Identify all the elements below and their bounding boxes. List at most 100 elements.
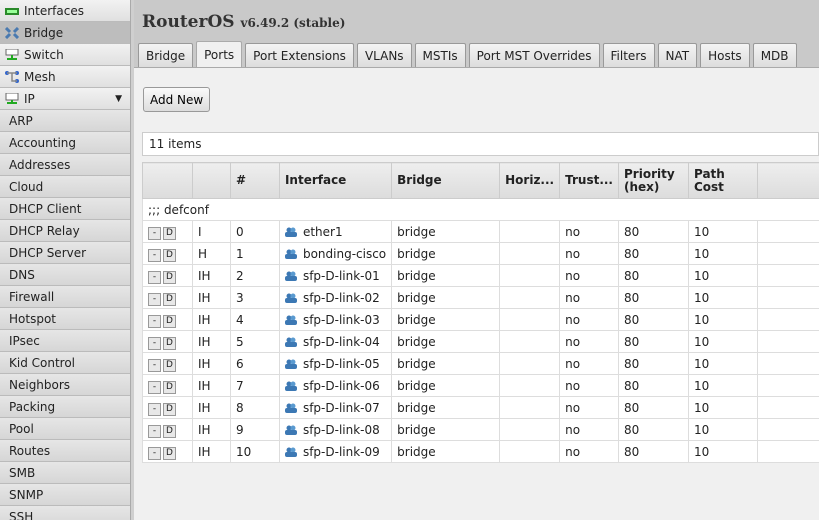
cell-empty xyxy=(756,440,819,463)
disable-button[interactable]: D xyxy=(163,292,176,306)
tab-nat[interactable]: NAT xyxy=(657,43,698,67)
cell-value: 80 xyxy=(624,400,640,415)
sidebar-subitem-cloud[interactable]: Cloud xyxy=(0,176,130,198)
cell-value: IH xyxy=(197,400,211,415)
tab-filters[interactable]: Filters xyxy=(602,43,655,67)
sidebar-subitem-dns[interactable]: DNS xyxy=(0,264,130,286)
table-row[interactable]: - D IH 9 sfp-D-link-08 bridge no 80 10 xyxy=(142,418,819,441)
cell-flags: I xyxy=(191,220,231,243)
remove-button[interactable]: - xyxy=(148,314,161,328)
disable-button[interactable]: D xyxy=(163,314,176,328)
table-row[interactable]: - D IH 5 sfp-D-link-04 bridge no 80 10 xyxy=(142,330,819,353)
cell-path-cost: 10 xyxy=(687,418,758,441)
cell-priority: 80 xyxy=(618,286,689,309)
cell-number: 0 xyxy=(229,220,280,243)
remove-button[interactable]: - xyxy=(148,424,161,438)
sidebar-item-ip[interactable]: IP ▼ xyxy=(0,88,130,110)
row-actions: -D xyxy=(142,352,193,375)
sidebar-item-bridge[interactable]: Bridge xyxy=(0,22,130,44)
table-row[interactable]: - D I 0 ether1 bridge no 80 10 xyxy=(142,220,819,243)
cell-trusted: no xyxy=(559,264,619,287)
sidebar-subitem-arp[interactable]: ARP xyxy=(0,110,130,132)
sidebar-subitem-kid-control[interactable]: Kid Control xyxy=(0,352,130,374)
tab-mstis[interactable]: MSTIs xyxy=(414,43,466,67)
table-row[interactable]: - D IH 3 sfp-D-link-02 bridge no 80 10 xyxy=(142,286,819,309)
tab-vlans[interactable]: VLANs xyxy=(356,43,412,67)
table-row[interactable]: - D IH 2 sfp-D-link-01 bridge no 80 10 xyxy=(142,264,819,287)
disable-button[interactable]: D xyxy=(163,380,176,394)
column-header[interactable]: Path Cost xyxy=(687,162,758,199)
disable-button[interactable]: D xyxy=(163,446,176,460)
column-header[interactable]: Horiz... xyxy=(499,162,561,199)
item-count: 11 items xyxy=(142,132,819,156)
column-header[interactable]: Interface xyxy=(278,162,393,199)
remove-button[interactable]: - xyxy=(148,402,161,416)
disable-button[interactable]: D xyxy=(163,226,176,240)
remove-button[interactable]: - xyxy=(148,292,161,306)
disable-button[interactable]: D xyxy=(163,402,176,416)
sidebar-item-mesh[interactable]: Mesh xyxy=(0,66,130,88)
sidebar-subitem-ssh[interactable]: SSH xyxy=(0,506,130,520)
tab-port-mst-overrides[interactable]: Port MST Overrides xyxy=(468,43,600,67)
cell-value: no xyxy=(565,268,581,283)
disable-button[interactable]: D xyxy=(163,270,176,284)
sidebar-subitem-dhcp-server[interactable]: DHCP Server xyxy=(0,242,130,264)
cell-horizon xyxy=(499,264,561,287)
cell-horizon xyxy=(499,418,561,441)
remove-button[interactable]: - xyxy=(148,336,161,350)
column-header[interactable] xyxy=(142,162,193,199)
sidebar-subitem-hotspot[interactable]: Hotspot xyxy=(0,308,130,330)
disable-button[interactable]: D xyxy=(163,358,176,372)
column-header[interactable] xyxy=(756,162,819,199)
remove-button[interactable]: - xyxy=(148,226,161,240)
sidebar-subitem-addresses[interactable]: Addresses xyxy=(0,154,130,176)
sidebar-subitem-routes[interactable]: Routes xyxy=(0,440,130,462)
cell-priority: 80 xyxy=(618,330,689,353)
table-row[interactable]: - D IH 6 sfp-D-link-05 bridge no 80 10 xyxy=(142,352,819,375)
disable-button[interactable]: D xyxy=(163,248,176,262)
sidebar-item-switch[interactable]: Switch xyxy=(0,44,130,66)
column-header[interactable]: Priority (hex) xyxy=(618,162,689,199)
tab-hosts[interactable]: Hosts xyxy=(700,43,750,67)
cell-priority: 80 xyxy=(618,242,689,265)
column-header[interactable]: # xyxy=(229,162,280,199)
sidebar-subitem-accounting[interactable]: Accounting xyxy=(0,132,130,154)
tab-ports[interactable]: Ports xyxy=(196,41,243,67)
tab-bar: Bridge Ports Port Extensions VLANs MSTIs Port… xyxy=(138,41,800,67)
remove-button[interactable]: - xyxy=(148,358,161,372)
sidebar-item-interfaces[interactable]: Interfaces xyxy=(0,0,130,22)
cell-value: no xyxy=(565,444,581,459)
tab-mdb[interactable]: MDB xyxy=(752,43,797,67)
chevron-down-icon[interactable]: ▼ xyxy=(115,94,122,104)
remove-button[interactable]: - xyxy=(148,446,161,460)
sidebar-subitem-neighbors[interactable]: Neighbors xyxy=(0,374,130,396)
cell-number: 9 xyxy=(229,418,280,441)
sidebar-subitem-pool[interactable]: Pool xyxy=(0,418,130,440)
cell-horizon xyxy=(499,396,561,419)
disable-button[interactable]: D xyxy=(163,424,176,438)
column-header[interactable]: Trust... xyxy=(559,162,619,199)
tab-bridge[interactable]: Bridge xyxy=(138,43,194,67)
table-row[interactable]: - D IH 10 sfp-D-link-09 bridge no 80 10 xyxy=(142,440,819,463)
table-row[interactable]: - D IH 7 sfp-D-link-06 bridge no 80 10 xyxy=(142,374,819,397)
table-row[interactable]: - D IH 4 sfp-D-link-03 bridge no 80 10 xyxy=(142,308,819,331)
table-row[interactable]: - D IH 8 sfp-D-link-07 bridge no 80 10 xyxy=(142,396,819,419)
sidebar-subitem-ipsec[interactable]: IPsec xyxy=(0,330,130,352)
remove-button[interactable]: - xyxy=(148,270,161,284)
disable-button[interactable]: D xyxy=(163,336,176,350)
column-header[interactable]: Bridge xyxy=(391,162,501,199)
column-header[interactable] xyxy=(191,162,231,199)
sidebar-subitem-snmp[interactable]: SNMP xyxy=(0,484,130,506)
sidebar-subitem-firewall[interactable]: Firewall xyxy=(0,286,130,308)
remove-button[interactable]: - xyxy=(148,380,161,394)
tab-port-extensions[interactable]: Port Extensions xyxy=(245,43,354,67)
sidebar-subitem-dhcp-client[interactable]: DHCP Client xyxy=(0,198,130,220)
add-new-button[interactable]: Add New xyxy=(143,87,211,112)
cell-path-cost: 10 xyxy=(687,440,758,463)
sidebar-subitem-smb[interactable]: SMB xyxy=(0,462,130,484)
sidebar-subitem-dhcp-relay[interactable]: DHCP Relay xyxy=(0,220,130,242)
sidebar-subitem-packing[interactable]: Packing xyxy=(0,396,130,418)
table-row[interactable]: - D H 1 bonding-cisco bridge no 80 10 xyxy=(142,242,819,265)
remove-button[interactable]: - xyxy=(148,248,161,262)
cell-value: 10 xyxy=(693,444,710,459)
